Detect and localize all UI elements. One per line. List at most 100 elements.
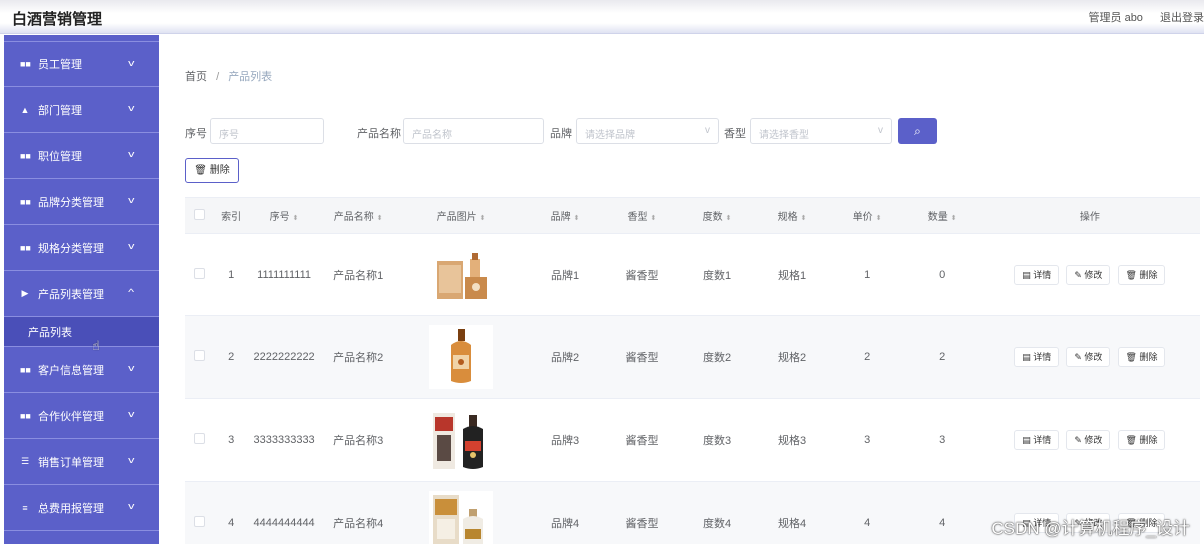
header-name[interactable]: 产品名称 ⬍ (320, 208, 397, 223)
sidebar-item-staff[interactable]: ■■ 员工管理 v (4, 41, 159, 87)
chevron-down-icon: v (878, 125, 883, 136)
header-spec[interactable]: 规格 ⬍ (755, 208, 830, 223)
row-no: 4444444444 (253, 516, 315, 529)
sidebar-subitem-label: 产品列表 (28, 326, 72, 339)
row-brand: 品牌2 (550, 352, 580, 364)
type-select[interactable]: 请选择香型 v (750, 118, 892, 144)
row-checkbox[interactable] (193, 515, 205, 527)
header-qty[interactable]: 数量 ⬍ (905, 208, 980, 223)
product-image[interactable] (429, 325, 494, 389)
row-type: 酱香型 (625, 352, 659, 364)
brand-select[interactable]: 请选择品牌 v (576, 118, 719, 144)
row-name: 产品名称3 (333, 435, 384, 447)
product-image[interactable] (429, 490, 494, 544)
sidebar-item-customer[interactable]: ■■ 客户信息管理 v (4, 347, 159, 393)
sidebar-item-spec-category[interactable]: ■■ 规格分类管理 v (4, 225, 159, 271)
sidebar-item-label: 销售订单管理 (38, 456, 104, 469)
row-brand: 品牌3 (550, 435, 580, 447)
header-degree[interactable]: 度数 ⬍ (680, 208, 755, 223)
sidebar-item-label: 产品列表管理 (38, 288, 104, 301)
batch-delete-button[interactable]: 🗑 删除 (185, 158, 239, 183)
sidebar-subitem-product-list[interactable]: 产品列表 (4, 317, 159, 347)
row-brand: 品牌4 (550, 517, 580, 530)
header-degree-label: 度数 (702, 212, 723, 223)
row-ops: ▤ 详情 ✎ 修改 🗑 删除 (980, 264, 1200, 285)
row-name: 产品名称4 (333, 517, 384, 530)
header-no[interactable]: 序号 ⬍ (249, 208, 320, 223)
edit-button[interactable]: ✎ 修改 (1066, 430, 1111, 450)
delete-button[interactable]: 🗑 删除 (1117, 430, 1166, 450)
row-degree: 度数1 (702, 269, 732, 282)
header-price[interactable]: 单价 ⬍ (830, 208, 905, 223)
sort-icon: ⬍ (573, 215, 580, 222)
sidebar-item-position[interactable]: ■■ 职位管理 v (4, 133, 159, 179)
row-checkbox[interactable] (193, 350, 205, 361)
name-input[interactable]: 产品名称 (403, 118, 544, 144)
sidebar-item-label: 规格分类管理 (38, 242, 104, 255)
row-checkbox[interactable] (193, 433, 205, 444)
row-image-cell (397, 490, 526, 544)
row-price: 4 (864, 516, 871, 529)
row-spec: 规格1 (778, 269, 807, 282)
sort-icon: ⬍ (650, 215, 657, 222)
chevron-down-icon: v (127, 409, 134, 419)
name-label: 产品名称 (357, 128, 401, 140)
detail-button[interactable]: ▤ 详情 (1014, 347, 1060, 367)
sort-icon: ⬍ (875, 215, 882, 222)
sidebar-item-label: 品牌分类管理 (38, 196, 104, 209)
search-button[interactable]: ⌕ (898, 118, 937, 144)
user-label: 管理员 abo (1088, 12, 1143, 24)
edit-button[interactable]: ✎ 修改 (1066, 347, 1111, 367)
row-checkbox[interactable] (193, 267, 205, 279)
detail-button[interactable]: ▤ 详情 (1014, 264, 1060, 285)
delete-button[interactable]: 🗑 删除 (1117, 264, 1166, 285)
delete-button[interactable]: 🗑 删除 (1117, 347, 1166, 367)
sidebar-item-brand-category[interactable]: ■■ 品牌分类管理 v (4, 179, 159, 225)
chevron-down-icon: v (705, 125, 710, 136)
watermark: CSDN @计算机程序_设计 (991, 519, 1190, 538)
header-spec-label: 规格 (777, 212, 798, 223)
row-index: 2 (228, 351, 235, 363)
trash-icon: 🗑 (194, 165, 207, 176)
row-qty: 4 (939, 516, 946, 529)
header-image[interactable]: 产品图片 ⬍ (397, 208, 526, 223)
delete-label: 删除 (1139, 435, 1158, 445)
delete-label: 删除 (1139, 352, 1158, 362)
edit-button[interactable]: ✎ 修改 (1066, 264, 1111, 285)
sidebar-item-product-list[interactable]: ▶ 产品列表管理 ^ (4, 271, 159, 317)
chevron-down-icon: v (127, 58, 134, 68)
header-brand[interactable]: 品牌 ⬍ (526, 208, 605, 223)
no-input[interactable]: 序号 (210, 118, 324, 144)
sidebar-item-partner[interactable]: ■■ 合作伙伴管理 v (4, 393, 159, 439)
no-label: 序号 (185, 128, 207, 140)
logout-link[interactable]: 退出登录 (1160, 12, 1204, 24)
grid-icon: ■■ (20, 364, 31, 375)
row-ops: ▤ 详情 ✎ 修改 🗑 删除 (980, 347, 1200, 367)
sidebar-item-expense[interactable]: ≡ 总费用报管理 v (4, 485, 159, 531)
detail-button[interactable]: ▤ 详情 (1014, 430, 1060, 450)
grid-icon: ■■ (20, 242, 31, 253)
sidebar: ■■ 员工管理 v ▲ 部门管理 v ■■ 职位管理 v ■■ 品牌分类管理 v… (4, 35, 159, 544)
grid-icon: ■■ (20, 59, 31, 69)
product-image[interactable] (429, 242, 494, 307)
no-placeholder: 序号 (219, 130, 239, 141)
row-spec: 规格3 (778, 435, 807, 447)
edit-icon: ✎ (1074, 435, 1082, 445)
product-image[interactable] (429, 407, 494, 473)
chevron-down-icon: v (127, 241, 134, 251)
row-qty: 3 (939, 434, 946, 446)
row-type: 酱香型 (625, 269, 659, 282)
breadcrumb-home[interactable]: 首页 (185, 71, 207, 83)
row-price: 2 (864, 351, 871, 363)
user-icon: ▲ (20, 104, 30, 115)
sidebar-item-department[interactable]: ▲ 部门管理 v (4, 87, 159, 133)
row-degree: 度数4 (702, 517, 732, 530)
search-icon: ⌕ (914, 124, 921, 138)
row-qty: 2 (939, 351, 946, 363)
sort-icon: ⬍ (376, 215, 383, 222)
sidebar-item-sales-order[interactable]: ☰ 销售订单管理 v (4, 439, 159, 485)
row-index: 1 (228, 268, 235, 281)
header-type[interactable]: 香型 ⬍ (604, 208, 679, 223)
breadcrumb: 首页 / 产品列表 (185, 68, 272, 84)
select-all-checkbox[interactable] (193, 208, 205, 220)
